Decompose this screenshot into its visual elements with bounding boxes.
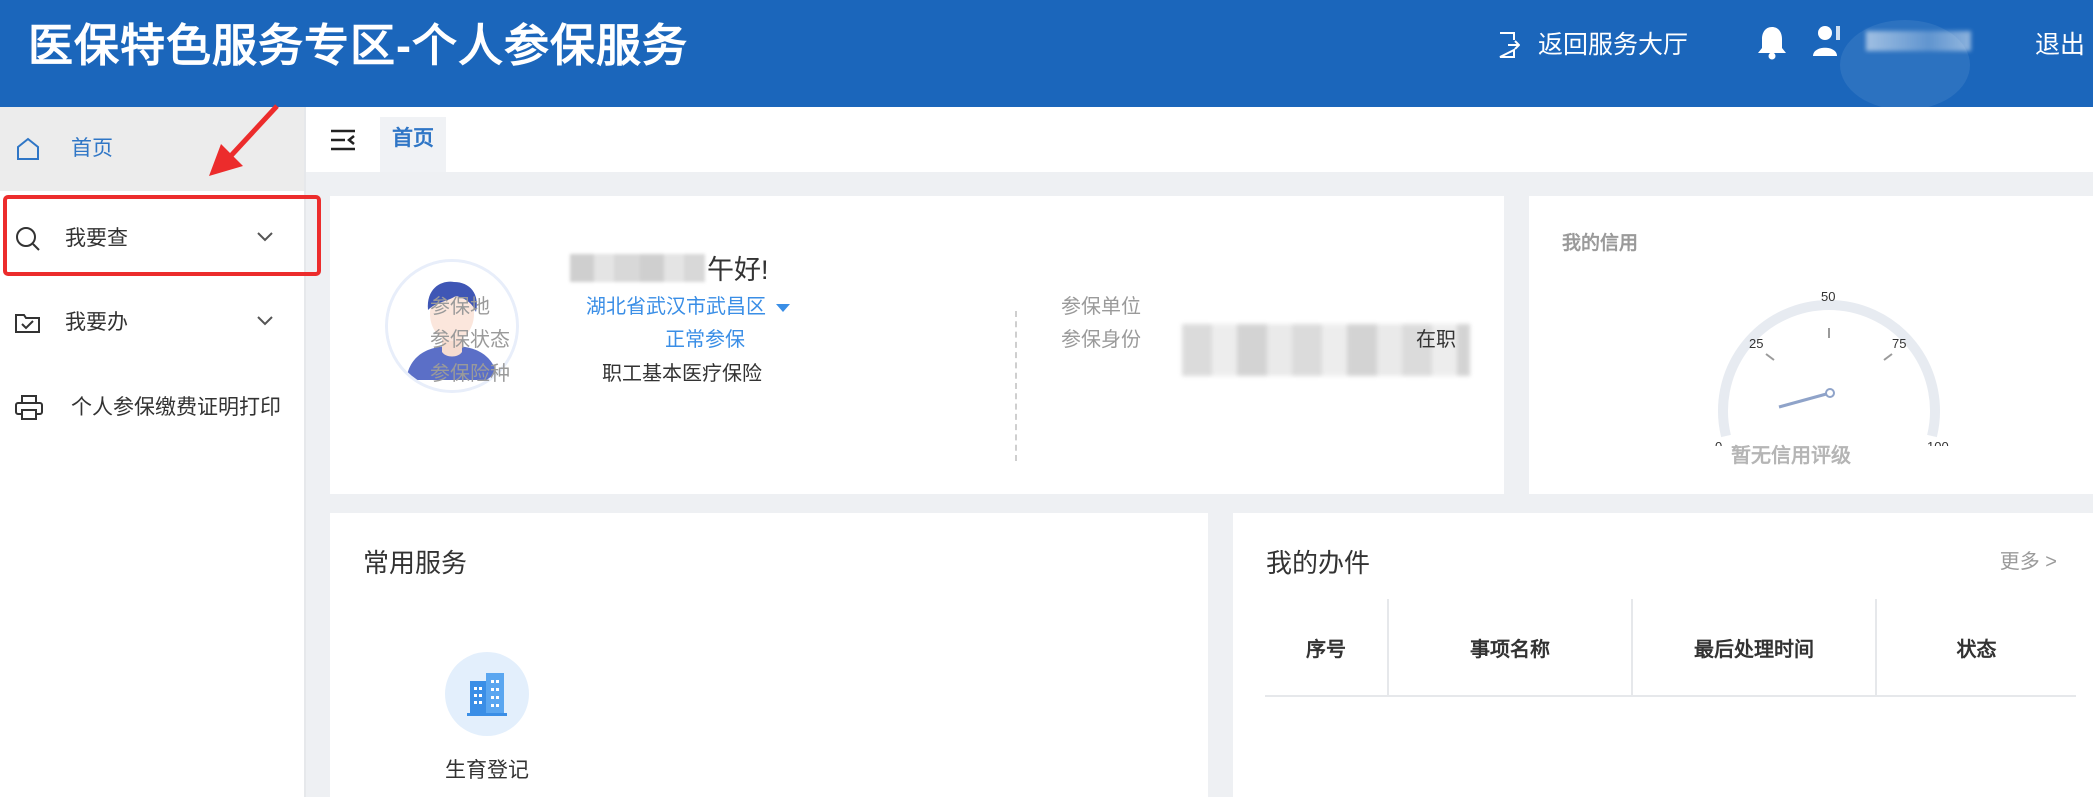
- table-header-row: 序号 事项名称 最后处理时间 状态: [1265, 599, 2076, 697]
- more-link[interactable]: 更多 >: [2000, 545, 2057, 574]
- credit-gauge: 0 25 50 75 100: [1715, 289, 1949, 446]
- service-birth-registration[interactable]: 生育登记: [427, 652, 547, 784]
- tab-bar: 首页: [306, 107, 2093, 172]
- sidebar-item-label: 个人参保缴费证明打印: [71, 396, 281, 419]
- greeting: 午好!: [570, 248, 769, 287]
- caret-down-icon: [776, 303, 790, 312]
- services-title: 常用服务: [363, 548, 468, 578]
- red-arrow-annotation: [209, 104, 279, 176]
- cases-table: 序号 事项名称 最后处理时间 状态: [1265, 599, 2076, 697]
- gauge-tick-label: 75: [1892, 336, 1906, 351]
- printer-icon: [15, 395, 43, 420]
- status-label: 参保状态: [430, 329, 510, 351]
- column-header: 最后处理时间: [1632, 599, 1877, 697]
- bell-icon: [1758, 27, 1786, 60]
- gauge-tick-label: 25: [1749, 336, 1763, 351]
- menu-fold-icon[interactable]: [330, 129, 356, 151]
- insurance-type-label: 参保险种: [430, 363, 510, 385]
- insured-place-value: 湖北省武汉市武昌区: [586, 296, 766, 318]
- gauge-tick-label: 50: [1821, 289, 1835, 304]
- logout-button[interactable]: 退出: [2035, 30, 2085, 60]
- user-menu[interactable]: [1812, 24, 1971, 58]
- user-name-redacted: [570, 253, 705, 282]
- top-header: 医保特色服务专区-个人参保服务 返回服务大厅 退出: [0, 0, 2093, 110]
- user-icon: [1813, 26, 1840, 56]
- profile-card: 午好! 参保地 湖北省武汉市武昌区 参保状态 正常参保 参保险种 职工基本医疗保…: [330, 196, 1504, 494]
- unit-label: 参保单位: [1061, 296, 1141, 318]
- credit-title: 我的信用: [1562, 233, 1639, 254]
- exit-door-icon: [1499, 32, 1520, 58]
- my-cases-card: 我的办件 更多 > 序号 事项名称 最后处理时间 状态: [1233, 513, 2093, 797]
- building-icon: [467, 673, 507, 716]
- identity-label: 参保身份: [1061, 329, 1141, 351]
- sidebar-item-label: 我要办: [65, 311, 128, 334]
- column-header: 状态: [1876, 599, 2076, 697]
- greeting-suffix: 午好!: [707, 255, 769, 285]
- page-title: 医保特色服务专区-个人参保服务: [28, 20, 688, 71]
- identity-value: 在职: [1416, 329, 1456, 351]
- column-header: 序号: [1265, 599, 1389, 697]
- sidebar-item-label: 首页: [71, 137, 113, 160]
- sidebar-item-print-certificate[interactable]: 个人参保缴费证明打印: [0, 366, 304, 450]
- insured-place-label: 参保地: [430, 296, 490, 318]
- insured-place-select[interactable]: 湖北省武汉市武昌区: [586, 294, 790, 320]
- back-to-hall-link[interactable]: 返回服务大厅: [1498, 30, 1688, 60]
- user-name-redacted: [1866, 31, 1971, 51]
- credit-card: 我的信用 0 25 50 75 100 暂无信用评级: [1529, 196, 2093, 494]
- common-services-card: 常用服务 生育登记: [330, 513, 1208, 797]
- insurance-type-value: 职工基本医疗保险: [602, 363, 762, 385]
- chevron-down-icon: [257, 316, 273, 326]
- tab-home[interactable]: 首页: [380, 117, 446, 172]
- service-label: 生育登记: [445, 759, 529, 782]
- status-value: 正常参保: [665, 329, 745, 351]
- no-credit-rating: 暂无信用评级: [1731, 445, 1851, 467]
- folder-check-icon: [15, 314, 40, 333]
- service-icon-circle: [445, 652, 529, 736]
- sidebar-item-handle[interactable]: 我要办: [0, 281, 304, 365]
- divider: [1015, 311, 1017, 461]
- back-to-hall-label: 返回服务大厅: [1538, 31, 1689, 59]
- cases-title: 我的办件: [1266, 548, 1371, 578]
- column-header: 事项名称: [1388, 599, 1633, 697]
- highlight-box: [3, 195, 321, 276]
- notification-button[interactable]: [1756, 24, 1788, 60]
- home-icon: [17, 137, 39, 160]
